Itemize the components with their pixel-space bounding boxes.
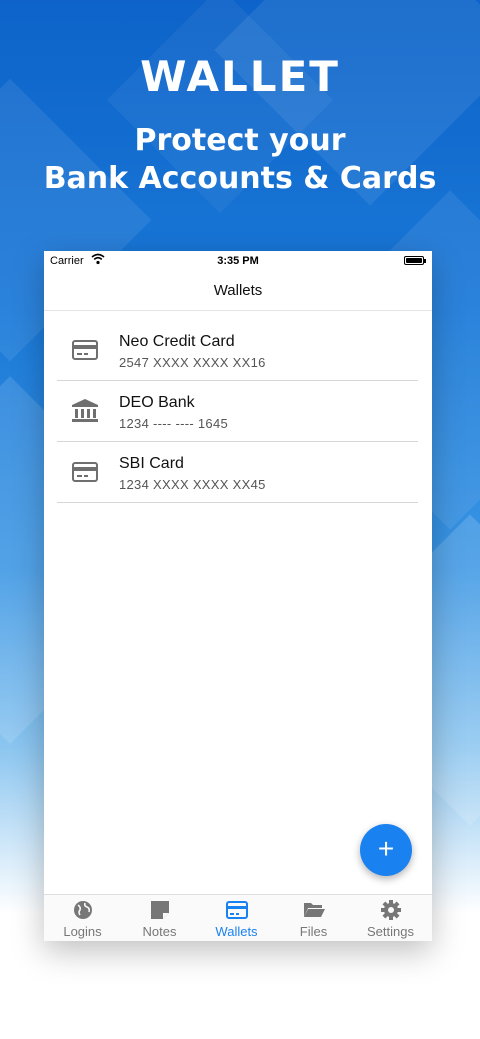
tab-label: Wallets	[215, 924, 258, 939]
wallet-number: 1234 XXXX XXXX XX45	[119, 477, 266, 492]
wallet-name: SBI Card	[119, 455, 184, 472]
status-time: 3:35 PM	[217, 255, 259, 267]
wallet-number: 1234 ---- ---- 1645	[119, 416, 229, 431]
page-title: Wallets	[213, 282, 263, 299]
add-icon: +	[377, 833, 395, 864]
wallet-row-sbi-card[interactable]: SBI Card 1234 XXXX XXXX XX45	[57, 442, 418, 503]
promo-title: WALLET	[140, 52, 340, 101]
add-wallet-button[interactable]: +	[360, 824, 412, 876]
phone-screen: Carrier 3:35 PM Wallets Neo Credit Card …	[44, 251, 432, 941]
wallet-name: Neo Credit Card	[119, 333, 235, 350]
credit-card-icon	[72, 340, 98, 360]
tab-files[interactable]: Files	[275, 895, 352, 942]
wallet-row-neo-credit-card[interactable]: Neo Credit Card 2547 XXXX XXXX XX16	[57, 320, 418, 381]
wallet-row-deo-bank[interactable]: DEO Bank 1234 ---- ---- 1645	[57, 381, 418, 442]
credit-card-icon	[72, 462, 98, 482]
tab-wallets[interactable]: Wallets	[198, 895, 275, 942]
folder-icon	[304, 903, 325, 917]
promo-subtitle: Protect your Bank Accounts & Cards	[0, 122, 480, 198]
tab-notes[interactable]: Notes	[121, 895, 198, 942]
wallet-name: DEO Bank	[119, 394, 195, 411]
tab-bar: Logins Notes Wallets Files Settings	[44, 894, 432, 941]
credit-card-icon	[226, 901, 248, 919]
tab-settings[interactable]: Settings	[352, 895, 429, 942]
globe-icon	[74, 901, 92, 919]
tab-logins[interactable]: Logins	[44, 895, 121, 942]
status-bar: Carrier 3:35 PM	[44, 251, 432, 271]
battery-icon	[404, 256, 426, 265]
wallet-list: Neo Credit Card 2547 XXXX XXXX XX16 DEO …	[57, 320, 418, 503]
tab-label: Notes	[142, 924, 177, 939]
tab-label: Files	[299, 924, 328, 939]
tab-label: Logins	[63, 924, 102, 939]
gear-icon	[381, 900, 401, 920]
note-icon	[151, 901, 169, 919]
tab-label: Settings	[367, 924, 414, 939]
bank-icon	[72, 399, 98, 422]
wallet-number: 2547 XXXX XXXX XX16	[119, 355, 266, 370]
promo-subtitle-line2: Bank Accounts & Cards	[43, 161, 437, 196]
nav-bar: Wallets	[44, 271, 432, 311]
promo-subtitle-line1: Protect your	[134, 123, 346, 158]
